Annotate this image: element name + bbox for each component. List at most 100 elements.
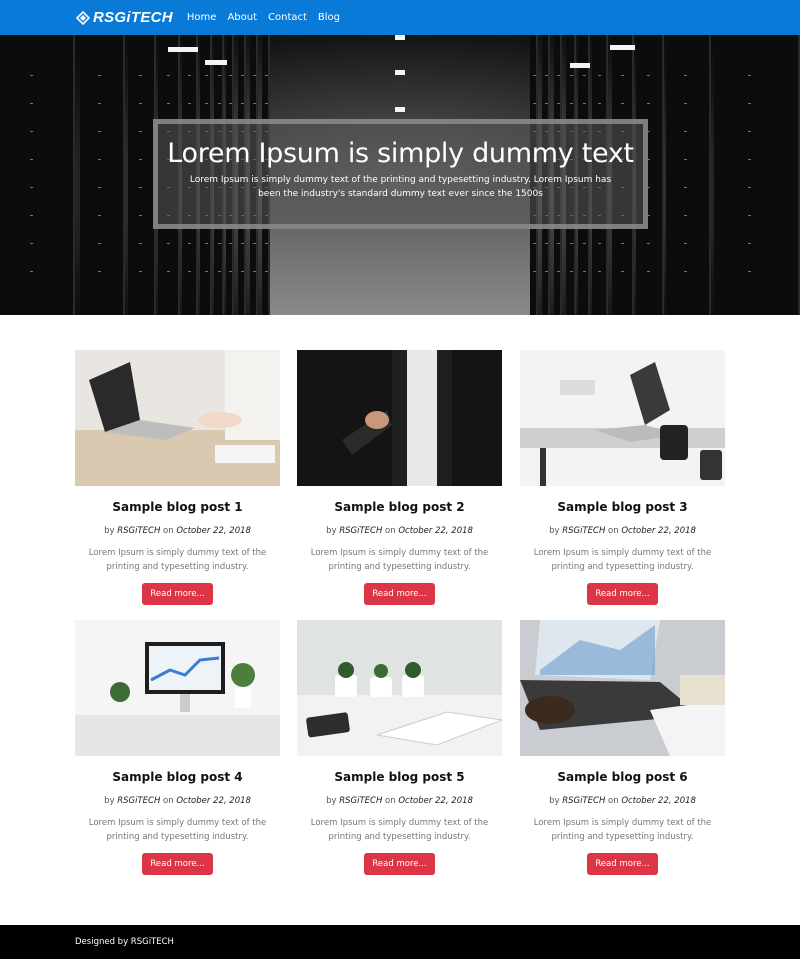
rack-led	[98, 103, 101, 104]
rack-led	[98, 187, 101, 188]
post-thumbnail[interactable]	[520, 620, 725, 756]
rack-led	[30, 159, 33, 160]
rack-led	[139, 215, 143, 216]
post-title[interactable]: Sample blog post 1	[75, 500, 280, 514]
rack-led	[30, 215, 33, 216]
rack-led	[557, 75, 561, 76]
rack-led	[647, 75, 651, 76]
rack-led	[557, 243, 561, 244]
post-thumbnail[interactable]	[75, 350, 280, 486]
rack-led	[545, 243, 549, 244]
rack-led	[533, 243, 537, 244]
post-date: October 22, 2018	[621, 526, 696, 536]
rack-led	[684, 271, 687, 272]
rack-led	[139, 271, 143, 272]
blog-card: Sample blog post 3 by RSGiTECH on Octobe…	[520, 350, 725, 605]
rack-led	[684, 131, 687, 132]
read-more-button[interactable]: Read more...	[142, 583, 213, 605]
rack-led	[647, 271, 651, 272]
rack-led	[204, 271, 208, 272]
post-thumbnail[interactable]	[520, 350, 725, 486]
post-meta: by RSGiTECH on October 22, 2018	[75, 796, 280, 806]
post-meta: by RSGiTECH on October 22, 2018	[297, 526, 502, 536]
server-rack	[128, 35, 156, 315]
read-more-button[interactable]: Read more...	[587, 583, 658, 605]
hero-caption: Lorem Ipsum is simply dummy text Lorem I…	[153, 119, 648, 229]
rack-led	[265, 271, 269, 272]
post-date: October 22, 2018	[398, 526, 473, 536]
post-excerpt: Lorem Ipsum is simply dummy text of the …	[310, 548, 489, 572]
nav-blog[interactable]: Blog	[318, 12, 340, 23]
post-author: RSGiTECH	[562, 796, 606, 806]
post-title[interactable]: Sample blog post 2	[297, 500, 502, 514]
nav-about[interactable]: About	[227, 12, 257, 23]
rack-led	[748, 159, 752, 160]
rack-led	[218, 243, 221, 244]
post-author: RSGiTECH	[117, 796, 161, 806]
read-more-button[interactable]: Read more...	[587, 853, 658, 875]
rack-led	[582, 103, 586, 104]
post-meta: by RSGiTECH on October 22, 2018	[75, 526, 280, 536]
rack-led	[204, 243, 208, 244]
post-thumbnail[interactable]	[297, 620, 502, 756]
rack-led	[30, 243, 33, 244]
post-excerpt: Lorem Ipsum is simply dummy text of the …	[88, 548, 267, 572]
read-more-button[interactable]: Read more...	[364, 583, 435, 605]
rack-led	[265, 103, 269, 104]
rack-led	[570, 243, 573, 244]
rack-led	[748, 75, 752, 76]
rack-led	[229, 271, 233, 272]
ceiling-light	[395, 35, 405, 40]
brand-name: RSGiTECH	[93, 9, 173, 26]
blog-card: Sample blog post 2 by RSGiTECH on Octobe…	[297, 350, 502, 605]
meta-on: on	[163, 526, 174, 536]
read-more-button[interactable]: Read more...	[364, 853, 435, 875]
rack-led	[139, 103, 143, 104]
blog-card: Sample blog post 6 by RSGiTECH on Octobe…	[520, 620, 725, 875]
post-excerpt: Lorem Ipsum is simply dummy text of the …	[88, 818, 267, 842]
rack-led	[98, 215, 101, 216]
rack-led	[241, 271, 245, 272]
rack-led	[166, 243, 170, 244]
post-title[interactable]: Sample blog post 3	[520, 500, 725, 514]
post-title[interactable]: Sample blog post 6	[520, 770, 725, 784]
server-rack	[0, 35, 75, 315]
hero-title: Lorem Ipsum is simply dummy text	[167, 138, 634, 169]
post-title[interactable]: Sample blog post 5	[297, 770, 502, 784]
nav-home[interactable]: Home	[187, 12, 217, 23]
ceiling-light	[570, 63, 590, 68]
meta-by: by	[104, 796, 115, 806]
rack-led	[241, 243, 245, 244]
rack-led	[98, 75, 101, 76]
rack-led	[98, 271, 101, 272]
rack-led	[30, 187, 33, 188]
rack-led	[166, 271, 170, 272]
rack-led	[557, 103, 561, 104]
brand-logo[interactable]: RSGiTECH	[76, 9, 173, 26]
post-date: October 22, 2018	[176, 526, 251, 536]
post-date: October 22, 2018	[176, 796, 251, 806]
rack-led	[582, 243, 586, 244]
rack-led	[748, 103, 752, 104]
post-thumbnail[interactable]	[75, 620, 280, 756]
nav-contact[interactable]: Contact	[268, 12, 307, 23]
rack-led	[684, 159, 687, 160]
read-more-button[interactable]: Read more...	[142, 853, 213, 875]
post-excerpt: Lorem Ipsum is simply dummy text of the …	[533, 548, 712, 572]
server-rack	[80, 35, 125, 315]
post-thumbnail[interactable]	[297, 350, 502, 486]
post-excerpt: Lorem Ipsum is simply dummy text of the …	[533, 818, 712, 842]
rack-led	[684, 187, 687, 188]
rack-led	[598, 271, 602, 272]
rack-led	[598, 243, 602, 244]
post-author: RSGiTECH	[339, 526, 383, 536]
rack-led	[545, 271, 549, 272]
post-meta: by RSGiTECH on October 22, 2018	[520, 796, 725, 806]
rack-led	[139, 243, 143, 244]
post-title[interactable]: Sample blog post 4	[75, 770, 280, 784]
rack-led	[684, 215, 687, 216]
rack-led	[598, 103, 602, 104]
rack-led	[620, 271, 624, 272]
rack-led	[30, 271, 33, 272]
rack-led	[647, 243, 651, 244]
